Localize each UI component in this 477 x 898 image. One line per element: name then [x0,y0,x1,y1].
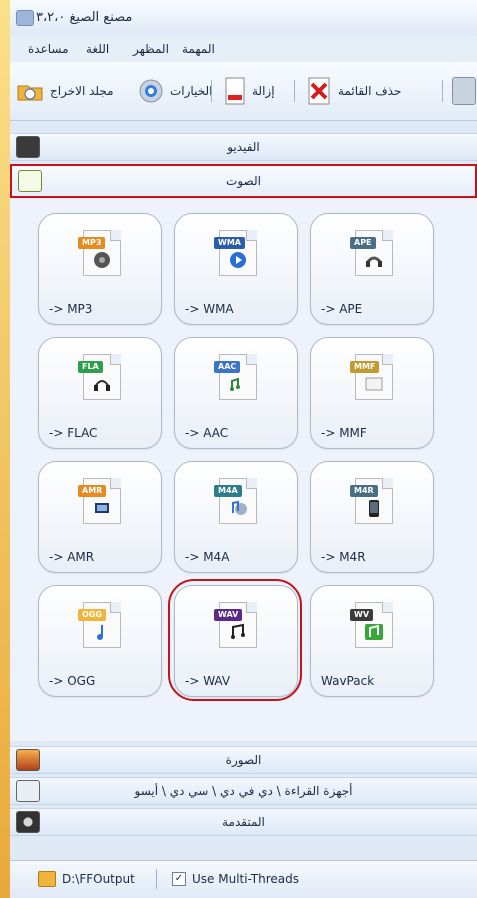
clear-list-button[interactable]: حذف القائمة [306,76,401,106]
stop-icon [452,77,476,105]
category-audio-label: الصوت [226,174,261,188]
tile-m4a[interactable]: M4A -> M4A [174,461,298,573]
drive-icon [16,780,40,802]
options-label: الخيارات [170,84,213,98]
output-path[interactable]: D:\FFOutput [62,872,135,886]
multithread-label[interactable]: Use Multi-Threads [192,872,299,886]
music-note-icon [18,170,42,192]
flac-icon: FLA [78,354,121,400]
tile-label: -> AAC [185,426,229,440]
tile-ogg[interactable]: OGG -> OGG [38,585,162,697]
tile-label: -> MP3 [49,302,93,316]
format-badge: FLA [78,361,103,373]
category-audio[interactable]: الصوت [10,164,477,198]
format-badge: M4A [214,485,242,497]
tile-label: -> FLAC [49,426,98,440]
tile-ape[interactable]: APE -> APE [310,213,434,325]
film-reel-icon [16,811,40,833]
mp3-icon: MP3 [78,230,121,276]
tile-flac[interactable]: FLA -> FLAC [38,337,162,449]
tile-amr[interactable]: AMR -> AMR [38,461,162,573]
video-clapper-icon [16,136,40,158]
toolbar: مجلد الاخراج الخيارات إزالة حذف القائمة [10,62,477,121]
format-badge: AMR [78,485,107,497]
category-rom-label: أجهزة القراءة \ دي في دي \ سي دي \ أيسو [134,784,353,798]
format-badge: AAC [214,361,241,373]
format-badge: MP3 [78,237,106,249]
format-badge: APE [350,237,376,249]
toolbar-separator [442,80,443,102]
tile-mp3[interactable]: MP3 -> MP3 [38,213,162,325]
menu-skin[interactable]: المظهر [133,42,169,56]
status-bar: D:\FFOutput ✓ Use Multi-Threads [10,860,477,898]
tile-aac[interactable]: AAC -> AAC [174,337,298,449]
app-icon [16,10,34,26]
toolbar-overflow-icon[interactable] [452,76,476,106]
category-video[interactable]: الفيديو [10,133,477,161]
menu-language[interactable]: اللغة [86,42,109,56]
app-window: مصنع الصيغ ٣،٢،٠ مساعدة اللغة المظهر الم… [10,0,477,898]
menu-task[interactable]: المهمة [182,42,215,56]
folder-icon [16,80,44,102]
aac-icon: AAC [214,354,257,400]
remove-label: إزالة [252,84,275,98]
tile-m4r[interactable]: M4R -> M4R [310,461,434,573]
menu-help[interactable]: مساعدة [28,42,69,56]
tile-label: -> APE [321,302,363,316]
output-folder-button[interactable]: مجلد الاخراج [16,76,114,106]
category-advanced[interactable]: المتقدمة [10,808,477,836]
m4a-icon: M4A [214,478,257,524]
tile-label: -> AMR [49,550,95,564]
ape-icon: APE [350,230,393,276]
tile-wavpack[interactable]: WV WavPack [310,585,434,697]
m4r-icon: M4R [350,478,393,524]
format-badge: M4R [350,485,378,497]
title-bar: مصنع الصيغ ٣،٢،٠ [10,0,477,37]
format-badge: WV [350,609,374,621]
options-button[interactable]: الخيارات [138,76,212,106]
multithread-checkbox[interactable]: ✓ [172,872,186,886]
remove-button[interactable]: إزالة [224,76,275,106]
gear-icon [138,78,164,104]
wma-icon: WMA [214,230,257,276]
category-rom[interactable]: أجهزة القراءة \ دي في دي \ سي دي \ أيسو [10,777,477,805]
output-folder-label: مجلد الاخراج [50,84,114,98]
format-badge: MMF [350,361,380,373]
tile-label: -> M4R [321,550,366,564]
category-picture-label: الصورة [225,753,262,767]
tile-label: -> OGG [49,674,96,688]
delete-x-icon [306,77,332,105]
category-picture[interactable]: الصورة [10,746,477,774]
audio-formats-panel: MP3 -> MP3 WMA -> WMA APE -> APE FLA -> … [10,199,477,741]
category-video-label: الفيديو [227,140,260,154]
tile-label: -> MMF [321,426,367,440]
toolbar-separator [211,80,212,102]
window-title: مصنع الصيغ ٣،٢،٠ [36,10,133,25]
menu-bar: مساعدة اللغة المظهر المهمة [10,36,477,63]
mmf-icon: MMF [350,354,393,400]
wavpack-icon: WV [350,602,393,648]
wav-highlight-annotation [168,579,302,701]
tile-label: WavPack [321,674,375,688]
tile-label: -> M4A [185,550,230,564]
format-badge: OGG [78,609,106,621]
category-advanced-label: المتقدمة [222,815,265,829]
ogg-icon: OGG [78,602,121,648]
clear-list-label: حذف القائمة [338,84,402,98]
tile-label: -> WMA [185,302,234,316]
status-separator [156,869,157,889]
tile-mmf[interactable]: MMF -> MMF [310,337,434,449]
tile-wma[interactable]: WMA -> WMA [174,213,298,325]
remove-document-icon [224,77,246,105]
format-badge: WMA [214,237,245,249]
amr-icon: AMR [78,478,121,524]
toolbar-separator [294,80,295,102]
output-folder-icon[interactable] [38,871,56,887]
picture-icon [16,749,40,771]
